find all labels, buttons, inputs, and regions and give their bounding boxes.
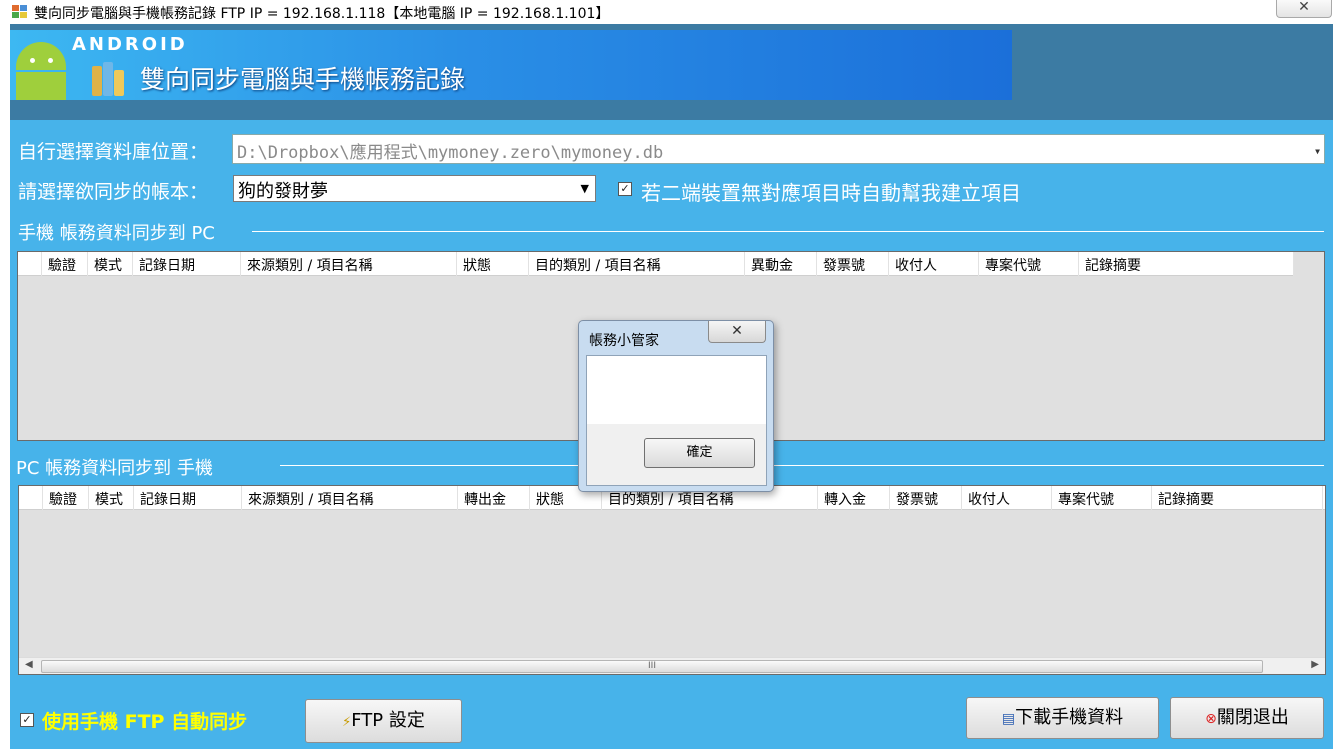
download-phone-data-label: 下載手機資料 (1015, 707, 1124, 728)
column-header[interactable]: 轉出金 (458, 486, 530, 510)
phone-to-pc-grid-header: 驗證 模式 記錄日期 來源類別 / 項目名稱 狀態 目的類別 / 項目名稱 異動… (18, 252, 1294, 276)
horizontal-scrollbar[interactable]: ◀ III ▶ (19, 657, 1325, 674)
app-banner: ANDROID 雙向同步電腦與手機帳務記錄 (10, 30, 1012, 100)
dialog-body: 確定 (586, 355, 767, 486)
phone-to-pc-heading: 手機 帳務資料同步到 PC (18, 223, 215, 244)
book-select[interactable]: 狗的發財夢 ▼ (233, 175, 596, 202)
lightning-icon: ⚡ (342, 715, 352, 730)
column-header[interactable]: 記錄日期 (133, 252, 241, 276)
column-header[interactable]: 專案代號 (979, 252, 1079, 276)
column-header[interactable]: 轉入金 (818, 486, 890, 510)
chevron-down-icon[interactable]: ▼ (581, 182, 589, 195)
column-header[interactable]: 來源類別 / 項目名稱 (241, 252, 457, 276)
android-body-icon (16, 72, 66, 100)
android-eye-icon (48, 58, 53, 63)
android-eye-icon (30, 58, 35, 63)
dialog-ok-button[interactable]: 確定 (644, 438, 755, 468)
pc-to-phone-grid[interactable]: 驗證 模式 記錄日期 來源類別 / 項目名稱 轉出金 狀態 目的類別 / 項目名… (18, 485, 1326, 675)
section-divider (252, 231, 1324, 232)
column-header[interactable]: 模式 (88, 252, 133, 276)
column-header[interactable]: 目的類別 / 項目名稱 (529, 252, 745, 276)
column-header[interactable]: 狀態 (457, 252, 529, 276)
grid-icon: ▤ (1001, 711, 1016, 727)
error-circle-icon: ⊗ (1205, 711, 1217, 727)
column-header[interactable]: 記錄摘要 (1152, 486, 1323, 510)
ftp-settings-button[interactable]: ⚡FTP 設定 (305, 699, 462, 743)
column-header[interactable]: 驗證 (43, 486, 89, 510)
android-logo-icon (16, 42, 66, 70)
pc-to-phone-heading: PC 帳務資料同步到 手機 (16, 458, 213, 479)
books-icon (90, 58, 128, 96)
scroll-right-icon[interactable]: ▶ (1311, 659, 1319, 670)
window-titlebar: 雙向同步電腦與手機帳務記錄 FTP IP = 192.168.1.118【本地電… (0, 0, 1333, 24)
column-header[interactable]: 收付人 (962, 486, 1052, 510)
column-header[interactable]: 發票號 (890, 486, 962, 510)
column-header[interactable]: 驗證 (42, 252, 88, 276)
chevron-down-icon[interactable]: ▼ (1315, 147, 1320, 156)
row-header-corner (19, 486, 43, 510)
scrollbar-grip: III (648, 661, 656, 671)
auto-create-checkbox[interactable]: ✓ (618, 182, 632, 196)
db-path-label: 自行選擇資料庫位置： (18, 141, 209, 163)
column-header[interactable]: 來源類別 / 項目名稱 (242, 486, 458, 510)
scrollbar-thumb[interactable]: III (41, 660, 1263, 673)
row-header-corner (18, 252, 42, 276)
android-wordmark: ANDROID (72, 34, 188, 55)
use-ftp-checkbox[interactable]: ✓ (20, 713, 34, 727)
dialog-close-button[interactable]: ✕ (708, 321, 766, 343)
close-exit-button[interactable]: ⊗關閉退出 (1170, 697, 1324, 739)
window-close-button[interactable]: ✕ (1276, 0, 1332, 18)
book-select-value: 狗的發財夢 (238, 181, 328, 202)
download-phone-data-button[interactable]: ▤下載手機資料 (966, 697, 1159, 739)
column-header[interactable]: 記錄日期 (134, 486, 242, 510)
column-header[interactable]: 發票號 (817, 252, 889, 276)
column-header[interactable]: 模式 (89, 486, 134, 510)
close-exit-label: 關閉退出 (1216, 707, 1289, 728)
db-path-field[interactable]: D:\Dropbox\應用程式\mymoney.zero\mymoney.db … (232, 134, 1325, 164)
ftp-settings-label: FTP 設定 (351, 710, 425, 731)
section-divider (280, 465, 1324, 466)
db-path-value: D:\Dropbox\應用程式\mymoney.zero\mymoney.db (237, 143, 664, 163)
column-header[interactable]: 收付人 (889, 252, 979, 276)
message-dialog: 帳務小管家 ✕ 確定 (578, 320, 774, 492)
column-header[interactable]: 異動金 (745, 252, 817, 276)
scroll-left-icon[interactable]: ◀ (25, 659, 33, 670)
dialog-message (587, 356, 766, 424)
dialog-title: 帳務小管家 (589, 333, 659, 349)
auto-create-label: 若二端裝置無對應項目時自動幫我建立項目 (641, 181, 1021, 205)
window-title: 雙向同步電腦與手機帳務記錄 FTP IP = 192.168.1.118【本地電… (34, 6, 610, 22)
use-ftp-label: 使用手機 FTP 自動同步 (42, 711, 248, 733)
banner-title: 雙向同步電腦與手機帳務記錄 (140, 65, 466, 94)
column-header[interactable]: 記錄摘要 (1079, 252, 1294, 276)
column-header[interactable]: 專案代號 (1052, 486, 1152, 510)
app-icon (12, 5, 28, 19)
book-select-label: 請選擇欲同步的帳本： (18, 181, 209, 203)
